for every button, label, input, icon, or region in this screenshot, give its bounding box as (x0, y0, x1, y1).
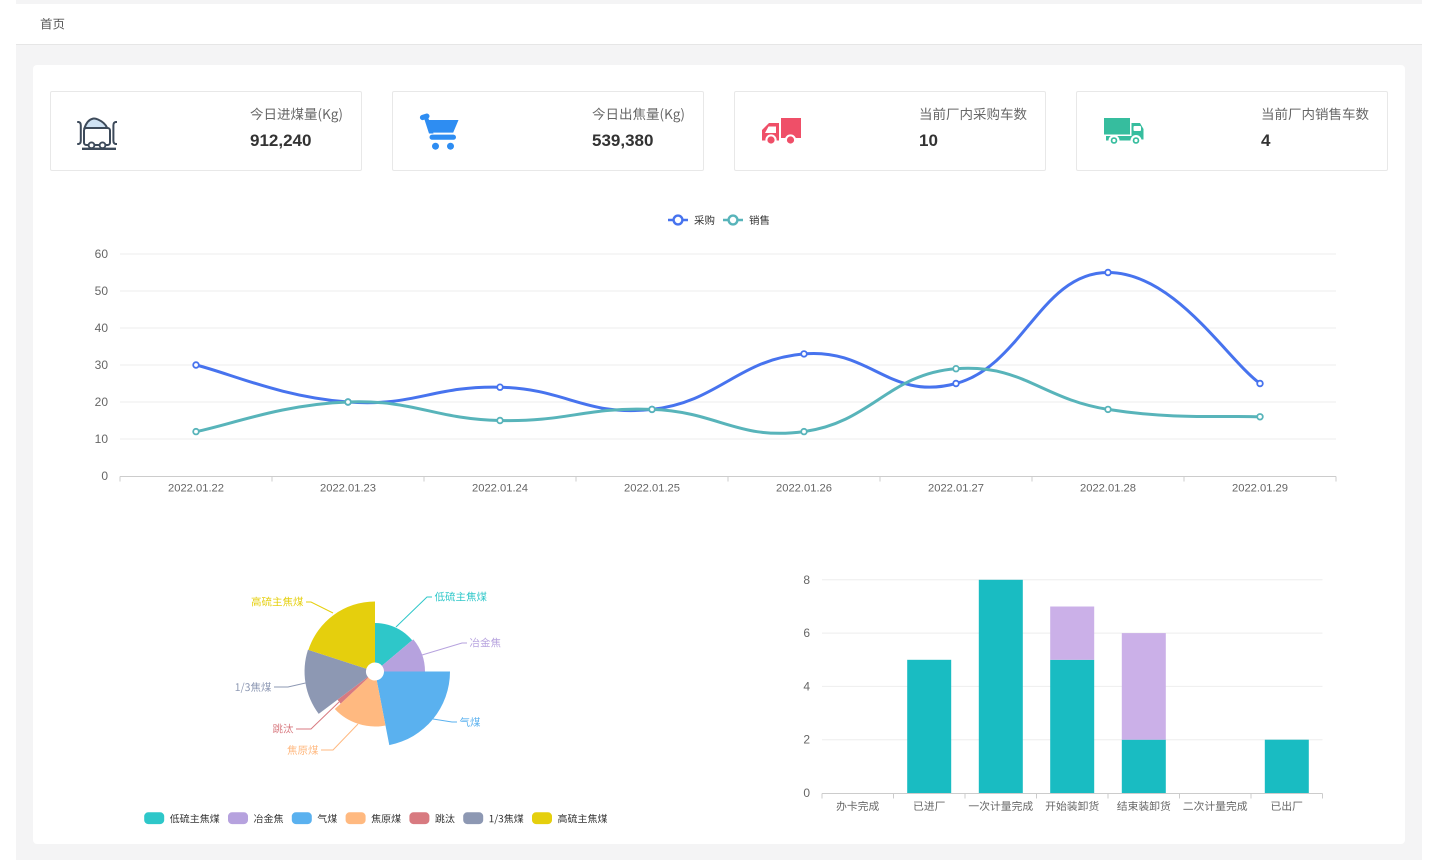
svg-text:2022.01.25: 2022.01.25 (624, 483, 680, 495)
svg-text:2022.01.27: 2022.01.27 (928, 483, 984, 495)
svg-text:4: 4 (803, 679, 810, 693)
svg-text:60: 60 (95, 247, 109, 261)
svg-text:2: 2 (803, 733, 810, 747)
svg-text:2022.01.22: 2022.01.22 (168, 483, 224, 495)
svg-text:10: 10 (919, 131, 938, 150)
svg-text:10: 10 (95, 432, 109, 446)
svg-text:0: 0 (101, 469, 108, 483)
svg-text:2022.01.24: 2022.01.24 (472, 483, 528, 495)
svg-text:30: 30 (95, 358, 109, 372)
svg-text:2022.01.29: 2022.01.29 (1232, 483, 1288, 495)
svg-text:0: 0 (803, 786, 810, 800)
svg-text:40: 40 (95, 321, 109, 335)
svg-text:8: 8 (803, 573, 810, 587)
svg-text:2022.01.26: 2022.01.26 (776, 483, 832, 495)
svg-text:2022.01.28: 2022.01.28 (1080, 483, 1136, 495)
svg-text:539,380: 539,380 (592, 131, 653, 150)
svg-text:2022.01.23: 2022.01.23 (320, 483, 376, 495)
svg-text:6: 6 (803, 626, 810, 640)
svg-text:20: 20 (95, 395, 109, 409)
svg-text:4: 4 (1261, 131, 1271, 150)
svg-text:912,240: 912,240 (250, 131, 311, 150)
svg-text:50: 50 (95, 284, 109, 298)
